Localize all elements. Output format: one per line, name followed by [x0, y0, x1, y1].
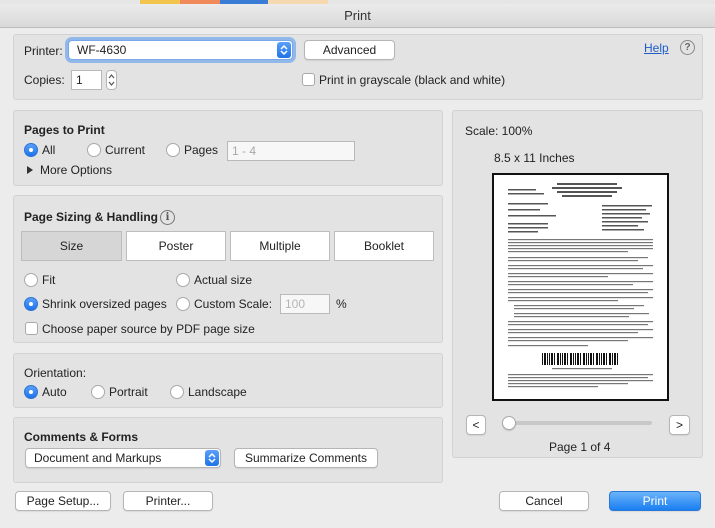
page-indicator: Page 1 of 4: [549, 440, 611, 454]
stepper-arrows-icon: [108, 74, 115, 86]
window-title: Print: [0, 4, 715, 28]
advanced-button[interactable]: Advanced: [304, 40, 395, 60]
help-link[interactable]: Help: [644, 41, 669, 55]
comments-forms-select[interactable]: Document and Markups: [25, 448, 221, 468]
pages-current-radio[interactable]: [87, 143, 101, 157]
pages-to-print-heading: Pages to Print: [24, 123, 105, 137]
popup-arrows-icon: [205, 450, 219, 466]
previous-page-button[interactable]: <: [466, 415, 486, 435]
actual-size-label: Actual size: [194, 273, 253, 287]
orientation-landscape-label: Landscape: [188, 385, 247, 399]
copies-label: Copies:: [24, 73, 65, 87]
printer-value: WF-4630: [77, 43, 127, 57]
grayscale-checkbox[interactable]: [302, 73, 315, 86]
segment-size[interactable]: Size: [21, 231, 122, 261]
pages-range-radio[interactable]: [166, 143, 180, 157]
help-icon[interactable]: ?: [680, 40, 695, 55]
actual-size-radio[interactable]: [176, 273, 190, 287]
pages-range-label: Pages: [184, 143, 219, 157]
document-thumbnail: [508, 183, 653, 388]
disclosure-triangle-icon[interactable]: [27, 166, 33, 174]
orientation-panel: [13, 353, 443, 408]
more-options-label[interactable]: More Options: [40, 163, 112, 177]
orientation-auto-radio[interactable]: [24, 385, 38, 399]
orientation-landscape-radio[interactable]: [170, 385, 184, 399]
page-slider-track[interactable]: [502, 421, 652, 425]
segment-poster[interactable]: Poster: [126, 231, 226, 261]
custom-scale-radio[interactable]: [176, 297, 190, 311]
popup-arrows-icon: [277, 42, 291, 58]
pages-all-label: All: [42, 143, 56, 157]
shrink-oversized-label: Shrink oversized pages: [42, 297, 167, 311]
segment-multiple[interactable]: Multiple: [230, 231, 330, 261]
copies-stepper[interactable]: [106, 70, 117, 90]
next-page-button[interactable]: >: [669, 415, 690, 435]
printer-select[interactable]: WF-4630: [68, 40, 293, 60]
info-icon[interactable]: i: [160, 210, 175, 225]
comments-forms-heading: Comments & Forms: [24, 430, 139, 444]
page-slider-knob[interactable]: [502, 416, 516, 430]
shrink-oversized-radio[interactable]: [24, 297, 38, 311]
custom-scale-label: Custom Scale:: [194, 297, 273, 311]
pdf-paper-source-checkbox[interactable]: [25, 322, 38, 335]
comments-forms-value: Document and Markups: [34, 451, 162, 465]
orientation-portrait-label: Portrait: [109, 385, 148, 399]
segment-booklet[interactable]: Booklet: [334, 231, 434, 261]
print-button[interactable]: Print: [609, 491, 701, 511]
copies-field[interactable]: 1: [71, 70, 102, 90]
pdf-paper-source-label: Choose paper source by PDF page size: [42, 322, 255, 336]
cancel-button[interactable]: Cancel: [499, 491, 589, 511]
orientation-heading: Orientation:: [24, 366, 87, 380]
fit-label: Fit: [42, 273, 56, 287]
paper-size-label: 8.5 x 11 Inches: [494, 151, 575, 165]
fit-radio[interactable]: [24, 273, 38, 287]
grayscale-label: Print in grayscale (black and white): [319, 73, 506, 87]
page-preview: [492, 173, 669, 401]
pages-current-label: Current: [105, 143, 146, 157]
printer-button[interactable]: Printer...: [123, 491, 213, 511]
summarize-comments-button[interactable]: Summarize Comments: [234, 448, 378, 468]
percent-label: %: [336, 297, 347, 311]
orientation-auto-label: Auto: [42, 385, 67, 399]
page-setup-button[interactable]: Page Setup...: [15, 491, 111, 511]
page-sizing-heading: Page Sizing & Handling: [24, 210, 159, 224]
custom-scale-input[interactable]: 100: [280, 294, 330, 314]
scale-label: Scale: 100%: [465, 124, 533, 138]
pages-range-input[interactable]: 1 - 4: [227, 141, 355, 161]
printer-label: Printer:: [24, 44, 63, 58]
orientation-portrait-radio[interactable]: [91, 385, 105, 399]
pages-all-radio[interactable]: [24, 143, 38, 157]
